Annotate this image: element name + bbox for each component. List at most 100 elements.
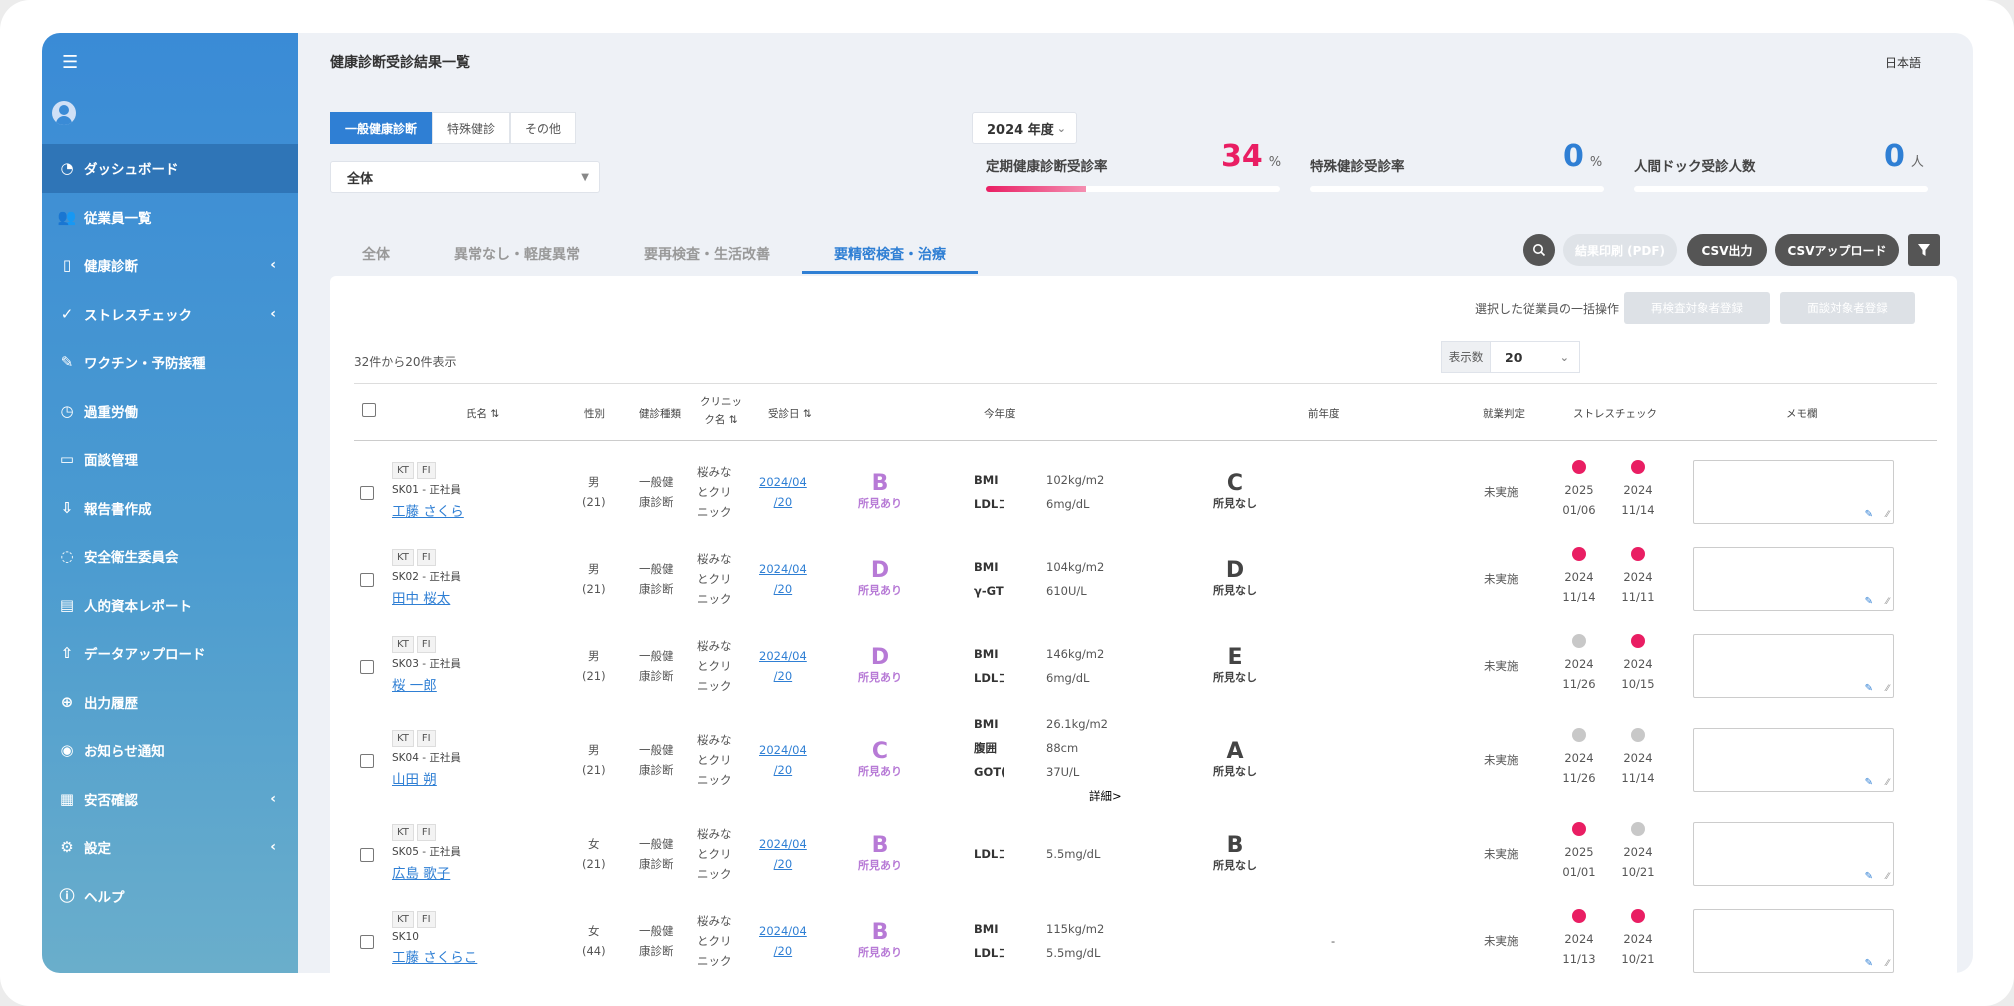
- tag-badge: KT: [392, 635, 414, 653]
- sidebar-item-15[interactable]: ⓘ ヘルプ: [42, 872, 298, 921]
- page-size-select[interactable]: 20 ⌄: [1490, 341, 1580, 373]
- sidebar-item-10[interactable]: ⇧ データアップロード: [42, 629, 298, 678]
- stat-label: 人間ドック受診人数: [1634, 159, 1756, 175]
- select-all-checkbox[interactable]: [362, 403, 376, 417]
- sidebar-item-0[interactable]: ◔ ダッシュボード: [42, 144, 298, 193]
- csv-export-button[interactable]: CSV出力: [1687, 234, 1767, 266]
- resize-handle-icon[interactable]: ⁄⁄: [1886, 778, 1889, 788]
- exam-date-link[interactable]: 2024/04/20: [759, 559, 807, 599]
- pencil-icon[interactable]: ✎: [1865, 596, 1873, 607]
- employee-name-link[interactable]: 工藤 さくらこ: [392, 946, 477, 966]
- sidebar-item-7[interactable]: ⇩ 報告書作成: [42, 484, 298, 533]
- col-work-judgement: 就業判定: [1483, 408, 1525, 420]
- employee-name-link[interactable]: 工藤 さくら: [392, 500, 464, 520]
- avatar[interactable]: [52, 101, 76, 125]
- memo-textarea[interactable]: ✎ ⁄⁄: [1693, 546, 1894, 611]
- memo-textarea[interactable]: ✎ ⁄⁄: [1693, 633, 1894, 698]
- employee-code: SK03 - 正社員: [392, 657, 461, 670]
- bulk-action-label: 選択した従業員の一括操作: [1474, 302, 1619, 316]
- sidebar-item-3[interactable]: ✓ ストレスチェック ‹: [42, 290, 298, 339]
- col-exam-date[interactable]: 受診日 ⇅: [768, 406, 812, 421]
- sidebar-item-13[interactable]: ▦ 安否確認 ‹: [42, 775, 298, 824]
- csv-upload-button[interactable]: CSVアップロード: [1775, 234, 1899, 266]
- seg-general-exam[interactable]: 一般健康診断: [330, 112, 433, 144]
- search-button[interactable]: [1523, 234, 1555, 266]
- col-name[interactable]: 氏名 ⇅: [466, 406, 499, 421]
- employee-name-link[interactable]: 山田 朔: [392, 768, 461, 788]
- hamburger-menu-icon[interactable]: ☰: [42, 33, 298, 91]
- tab-detailed-exam[interactable]: 要精密検査・治療: [802, 237, 978, 274]
- exam-date-link[interactable]: 2024/04/20: [759, 921, 807, 961]
- filter-button[interactable]: [1908, 234, 1940, 266]
- tag-badge: KT: [392, 548, 414, 566]
- row-checkbox[interactable]: [360, 848, 374, 862]
- sidebar-item-11[interactable]: ⊕ 出力履歴: [42, 678, 298, 727]
- stress-check-2: 2024 10/21: [1618, 822, 1658, 882]
- row-checkbox[interactable]: [360, 572, 374, 587]
- chevron-left-icon: ‹: [270, 257, 276, 274]
- tab-all[interactable]: 全体: [330, 237, 422, 271]
- work-judgement: 未実施: [1484, 571, 1519, 586]
- measure-item: LDLコ 6mg/dL: [974, 670, 1090, 685]
- sidebar-nav: ◔ ダッシュボード 👥 従業員一覧 ▯ 健康診断 ‹ ✓ ストレスチェック ‹ ✎ ワクチン・予防接種…: [42, 144, 298, 920]
- seg-special-exam[interactable]: 特殊健診: [432, 112, 511, 144]
- sidebar-item-4[interactable]: ✎ ワクチン・予防接種: [42, 338, 298, 387]
- last-year-grade: D 所見なし: [1213, 557, 1257, 597]
- resize-handle-icon[interactable]: ⁄⁄: [1886, 597, 1889, 607]
- memo-textarea[interactable]: ✎ ⁄⁄: [1693, 459, 1894, 524]
- language-selector[interactable]: 日本語: [1885, 54, 1921, 71]
- sidebar-item-8[interactable]: ◌ 安全衛生委員会: [42, 532, 298, 581]
- last-year-grade: B 所見なし: [1213, 833, 1257, 873]
- seg-other[interactable]: その他: [510, 112, 577, 144]
- interview-register-button[interactable]: 面談対象者登録: [1780, 292, 1915, 324]
- notification-icon: ◉: [60, 741, 74, 760]
- employee-name-link[interactable]: 桜 一郎: [392, 674, 461, 694]
- tab-recheck[interactable]: 要再検査・生活改善: [612, 237, 802, 271]
- exam-date-link[interactable]: 2024/04/20: [759, 740, 807, 780]
- detail-link[interactable]: 詳細>: [974, 784, 1122, 808]
- col-exam-type: 健診種類: [639, 408, 681, 420]
- download-history-icon: ⊕: [60, 692, 74, 711]
- row-checkbox[interactable]: [360, 754, 374, 768]
- pencil-icon[interactable]: ✎: [1865, 683, 1873, 694]
- sidebar-item-1[interactable]: 👥 従業員一覧: [42, 193, 298, 242]
- row-checkbox[interactable]: [360, 934, 374, 949]
- pencil-icon[interactable]: ✎: [1865, 777, 1873, 788]
- employee-code: SK01 - 正社員: [392, 483, 461, 496]
- sidebar: ☰ ◔ ダッシュボード 👥 従業員一覧 ▯ 健康診断 ‹ ✓ ストレスチェック ‹ ✎ ワクチン・予防…: [42, 33, 298, 973]
- pencil-icon[interactable]: ✎: [1865, 509, 1873, 520]
- scope-select[interactable]: 全体 ▼: [330, 161, 600, 193]
- fiscal-year-select[interactable]: 2024 年度 ⌄: [972, 112, 1077, 144]
- resize-handle-icon[interactable]: ⁄⁄: [1886, 684, 1889, 694]
- window-frame: ☰ ◔ ダッシュボード 👥 従業員一覧 ▯ 健康診断 ‹ ✓ ストレスチェック ‹ ✎ ワクチン・予防…: [0, 0, 2014, 1006]
- pencil-icon[interactable]: ✎: [1865, 958, 1873, 969]
- memo-textarea[interactable]: ✎ ⁄⁄: [1693, 728, 1894, 792]
- this-year-grade: B 所見あり: [858, 919, 902, 959]
- resize-handle-icon[interactable]: ⁄⁄: [1886, 872, 1889, 882]
- resize-handle-icon[interactable]: ⁄⁄: [1886, 510, 1889, 520]
- sidebar-item-6[interactable]: ▭ 面談管理: [42, 435, 298, 484]
- sidebar-item-2[interactable]: ▯ 健康診断 ‹: [42, 241, 298, 290]
- tab-normal[interactable]: 異常なし・軽度異常: [422, 237, 612, 271]
- tag-badge: FI: [416, 730, 436, 747]
- sidebar-item-12[interactable]: ◉ お知らせ通知: [42, 726, 298, 775]
- col-clinic[interactable]: クリニッ ク名 ⇅: [700, 393, 742, 429]
- exam-type: 一般健 康診断: [639, 743, 674, 777]
- sidebar-item-5[interactable]: ◷ 過重労働: [42, 387, 298, 436]
- sidebar-item-14[interactable]: ⚙ 設定 ‹: [42, 823, 298, 872]
- memo-textarea[interactable]: ✎ ⁄⁄: [1693, 822, 1894, 886]
- exam-date-link[interactable]: 2024/04/20: [759, 472, 807, 512]
- sidebar-item-9[interactable]: ▤ 人的資本レポート: [42, 581, 298, 630]
- row-checkbox[interactable]: [360, 659, 374, 674]
- resize-handle-icon[interactable]: ⁄⁄: [1886, 959, 1889, 969]
- scope-select-value: 全体: [347, 171, 374, 187]
- pencil-icon[interactable]: ✎: [1865, 871, 1873, 882]
- employee-name-link[interactable]: 広島 歌子: [392, 862, 461, 882]
- row-checkbox[interactable]: [360, 485, 374, 500]
- print-pdf-button[interactable]: 結果印刷 (PDF): [1563, 234, 1677, 266]
- exam-date-link[interactable]: 2024/04/20: [759, 646, 807, 686]
- employee-name-link[interactable]: 田中 桜太: [392, 587, 461, 607]
- exam-date-link[interactable]: 2024/04/20: [759, 834, 807, 874]
- recheck-register-button[interactable]: 再検査対象者登録: [1624, 292, 1770, 324]
- memo-textarea[interactable]: ✎ ⁄⁄: [1693, 908, 1894, 973]
